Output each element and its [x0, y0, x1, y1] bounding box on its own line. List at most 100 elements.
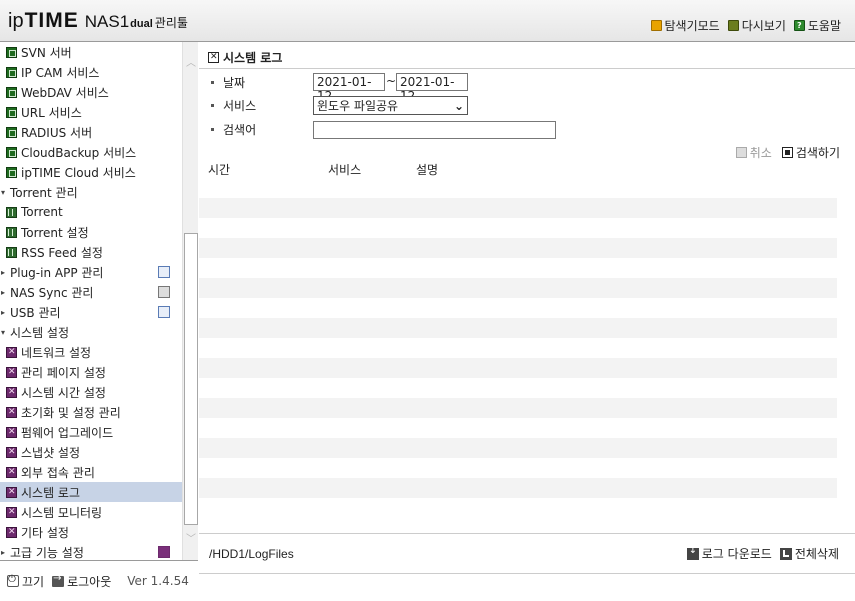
- sidebar-item-25[interactable]: ▸ 고급 기능 설정: [0, 542, 182, 560]
- sidebar-item-label: 펌웨어 업그레이드: [21, 425, 114, 440]
- menu-item-icon: [6, 206, 17, 218]
- sidebar-item-17[interactable]: 시스템 시간 설정: [0, 382, 182, 402]
- help-icon: ?: [793, 20, 805, 31]
- menu-item-icon: [6, 366, 17, 378]
- sidebar-item-22[interactable]: 시스템 로그: [0, 482, 182, 502]
- delete-all-label: 전체삭제: [794, 547, 839, 561]
- date-from-input[interactable]: 2021-01-12: [313, 73, 385, 103]
- sidebar-item-8[interactable]: Torrent: [0, 202, 182, 222]
- table-row: [199, 278, 837, 298]
- sidebar-item-label: 시스템 시간 설정: [21, 385, 106, 400]
- explorer-mode-link[interactable]: 탐색기모드: [650, 17, 720, 34]
- sidebar-item-label: Torrent: [21, 205, 63, 219]
- chevron-down-icon: ⌄: [453, 98, 464, 113]
- sidebar-item-label: 외부 접속 관리: [21, 465, 95, 480]
- menu-item-icon: [6, 106, 17, 118]
- sidebar-item-24[interactable]: 기타 설정: [0, 522, 182, 542]
- service-select-value: 윈도우 파일공유: [317, 99, 399, 113]
- sidebar-item-6[interactable]: ipTIME Cloud 서비스: [0, 162, 182, 182]
- date-to-input[interactable]: 2021-01-12: [396, 73, 468, 103]
- explorer-mode-icon: [650, 20, 662, 31]
- sidebar-item-label: NAS Sync 관리: [10, 285, 94, 300]
- logo-nas: NAS1: [84, 12, 130, 31]
- caret-right-icon: ▸: [1, 267, 6, 277]
- logout-icon: [52, 573, 65, 587]
- sidebar-item-16[interactable]: 관리 페이지 설정: [0, 362, 182, 382]
- menu-item-icon: [6, 386, 17, 398]
- table-row: [199, 458, 837, 478]
- scrollbar-thumb[interactable]: [184, 233, 198, 525]
- table-row: [199, 258, 837, 278]
- sidebar-item-19[interactable]: 펌웨어 업그레이드: [0, 422, 182, 442]
- delete-icon: [779, 547, 792, 560]
- sidebar-item-20[interactable]: 스냅샷 설정: [0, 442, 182, 462]
- sidebar-item-14[interactable]: ▾ 시스템 설정: [0, 322, 182, 342]
- menu-item-icon: [6, 406, 17, 418]
- refresh-link[interactable]: 다시보기: [727, 17, 786, 34]
- sidebar-item-4[interactable]: RADIUS 서버: [0, 122, 182, 142]
- sidebar-item-0[interactable]: SVN 서버: [0, 42, 182, 62]
- version-text: Ver 1.4.54: [127, 574, 189, 588]
- sidebar-item-12[interactable]: ▸ NAS Sync 관리: [0, 282, 182, 302]
- logout-button[interactable]: 로그아웃: [52, 573, 111, 590]
- sidebar-item-label: 초기화 및 설정 관리: [21, 405, 121, 420]
- help-link[interactable]: ? 도움말: [793, 17, 841, 34]
- sidebar-item-label: URL 서비스: [21, 105, 82, 120]
- sidebar-item-label: Plug-in APP 관리: [10, 265, 104, 280]
- keyword-row: 검색어: [211, 120, 256, 138]
- sidebar-item-label: USB 관리: [10, 305, 61, 320]
- menu-item-icon: [6, 466, 17, 478]
- sidebar-item-2[interactable]: WebDAV 서비스: [0, 82, 182, 102]
- sidebar-item-23[interactable]: 시스템 모니터링: [0, 502, 182, 522]
- sidebar-scrollbar[interactable]: ︿ ﹀: [182, 42, 198, 560]
- menu-item-icon: [6, 446, 17, 458]
- menu-item-icon: [6, 226, 17, 238]
- sidebar-item-label: 네트워크 설정: [21, 345, 92, 360]
- sidebar-item-7[interactable]: ▾ Torrent 관리: [0, 182, 182, 202]
- page-title-text: 시스템 로그: [223, 51, 283, 65]
- sidebar-item-5[interactable]: CloudBackup 서비스: [0, 142, 182, 162]
- sidebar-item-label: 시스템 설정: [10, 325, 70, 340]
- menu-item-icon: [6, 486, 17, 498]
- delete-all-button[interactable]: 전체삭제: [779, 545, 839, 562]
- sidebar-footer: 끄기 로그아웃 Ver 1.4.54: [0, 560, 198, 601]
- sidebar-item-label: Torrent 관리: [10, 185, 78, 200]
- sidebar-item-10[interactable]: RSS Feed 설정: [0, 242, 182, 262]
- sidebar-item-3[interactable]: URL 서비스: [0, 102, 182, 122]
- search-button[interactable]: 검색하기: [781, 144, 840, 161]
- menu-item-icon: [6, 66, 17, 78]
- sidebar-item-label: 기타 설정: [21, 525, 69, 540]
- service-select[interactable]: 윈도우 파일공유 ⌄: [313, 96, 468, 115]
- caret-down-icon: ▾: [1, 327, 6, 337]
- menu-item-icon: [6, 126, 17, 138]
- date-label: 날짜: [223, 75, 246, 90]
- sidebar-item-11[interactable]: ▸ Plug-in APP 관리: [0, 262, 182, 282]
- keyword-label: 검색어: [223, 122, 257, 137]
- sidebar-item-15[interactable]: 네트워크 설정: [0, 342, 182, 362]
- caret-down-icon: ▾: [1, 187, 6, 197]
- title-divider: [199, 68, 855, 69]
- cancel-button[interactable]: 취소: [735, 144, 772, 161]
- bullet-icon: [211, 127, 214, 131]
- table-row: [199, 318, 837, 338]
- sidebar-item-label: RSS Feed 설정: [21, 245, 103, 260]
- search-label: 검색하기: [795, 146, 840, 160]
- menu-badge-icon: [158, 266, 170, 278]
- scroll-up-icon[interactable]: ︿: [186, 54, 196, 69]
- sidebar-item-13[interactable]: ▸ USB 관리: [0, 302, 182, 322]
- sidebar-item-label: Torrent 설정: [21, 225, 89, 240]
- keyword-input[interactable]: [313, 121, 556, 139]
- menu-item-icon: [6, 526, 17, 538]
- column-service: 서비스: [328, 163, 362, 177]
- power-off-button[interactable]: 끄기: [7, 573, 44, 590]
- sidebar-item-18[interactable]: 초기화 및 설정 관리: [0, 402, 182, 422]
- sidebar-item-1[interactable]: IP CAM 서비스: [0, 62, 182, 82]
- sidebar-item-label: ipTIME Cloud 서비스: [21, 165, 136, 180]
- table-row: [199, 418, 837, 438]
- explorer-mode-label: 탐색기모드: [664, 19, 720, 33]
- scroll-down-icon[interactable]: ﹀: [186, 530, 196, 545]
- log-download-button[interactable]: 로그 다운로드: [686, 545, 772, 562]
- sidebar-item-21[interactable]: 외부 접속 관리: [0, 462, 182, 482]
- table-row: [199, 218, 837, 238]
- sidebar-item-9[interactable]: Torrent 설정: [0, 222, 182, 242]
